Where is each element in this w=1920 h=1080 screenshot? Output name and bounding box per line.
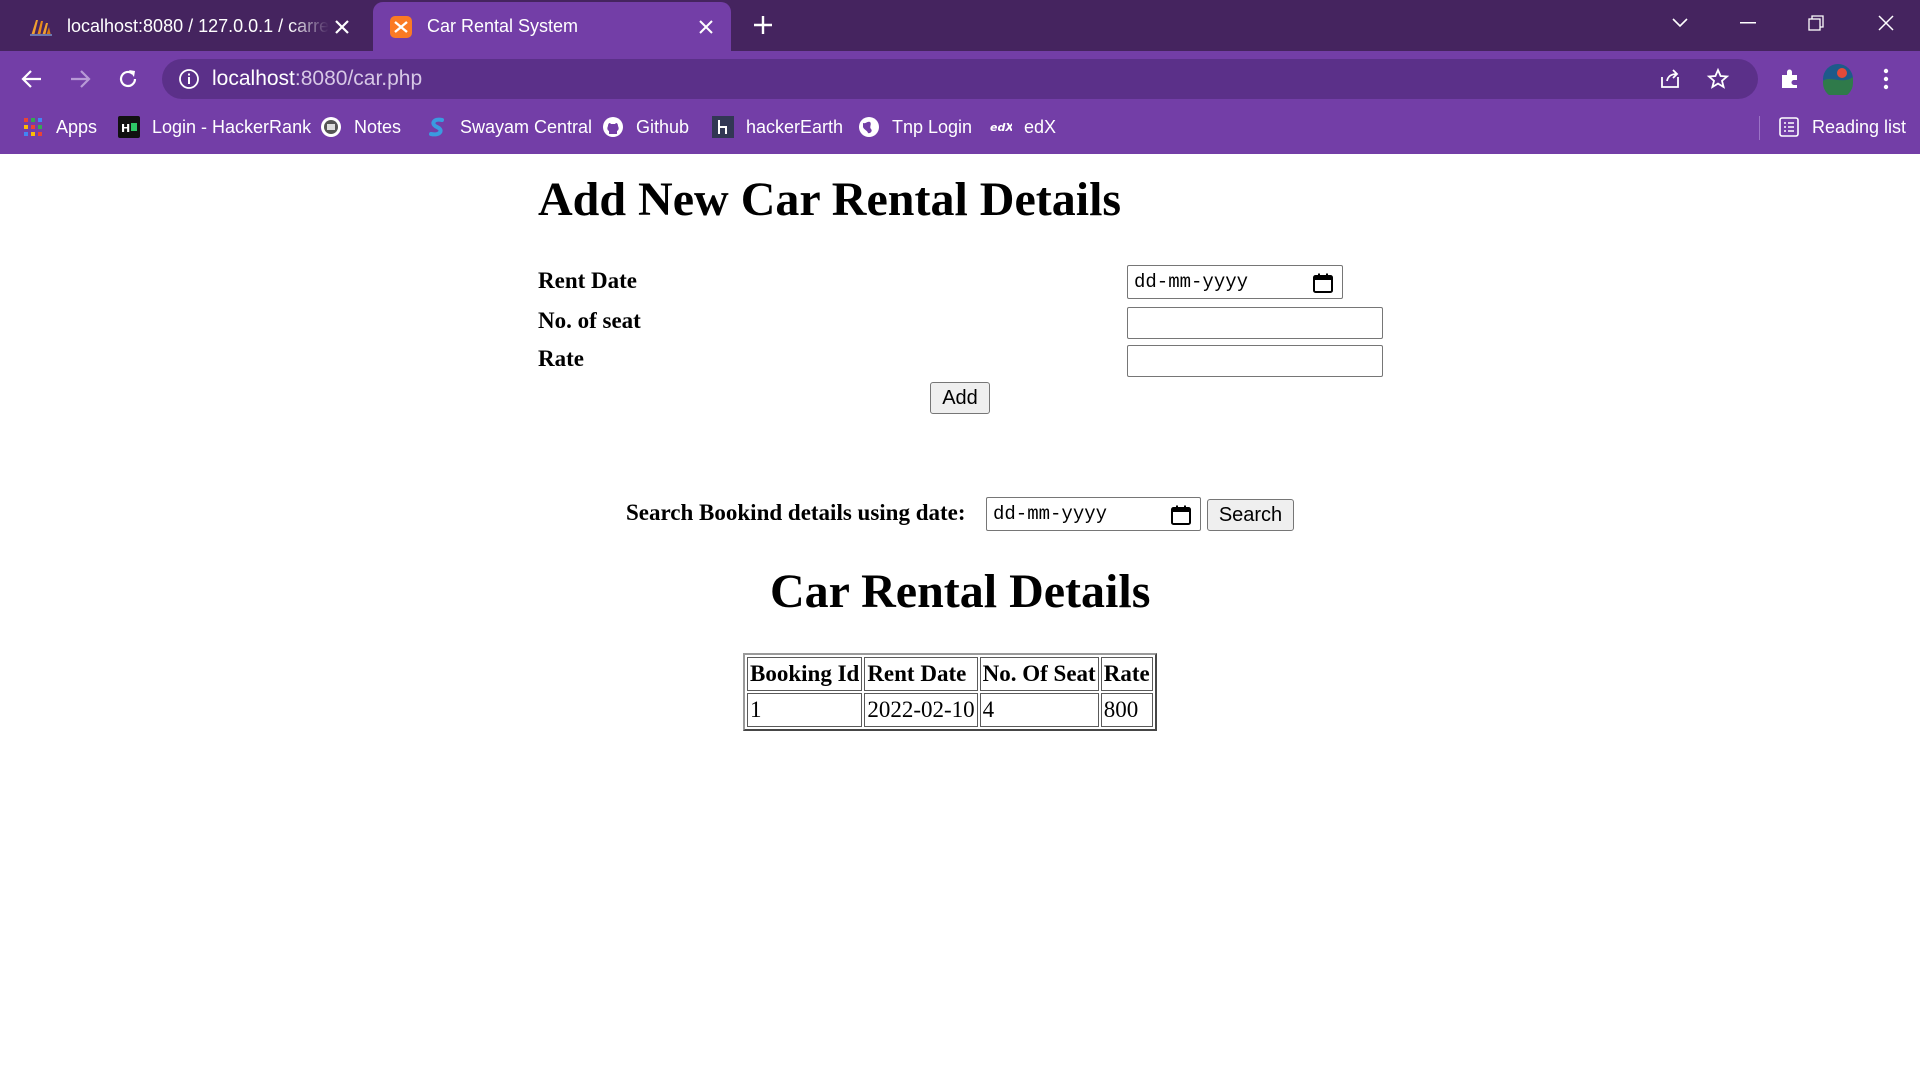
page-content: Add New Car Rental Details Rent Date dd-… — [0, 154, 1920, 1080]
reload-icon — [119, 70, 137, 88]
close-window-button[interactable] — [1862, 6, 1910, 40]
cell-booking-id: 1 — [747, 693, 863, 727]
bookmark-label: Login - HackerRank — [152, 116, 312, 137]
tab-title: Car Rental System — [427, 16, 579, 36]
tab-phpmyadmin[interactable]: localhost:8080 / 127.0.0.1 / carrental |… — [15, 2, 367, 51]
minimize-icon — [1740, 22, 1756, 24]
profile-button[interactable] — [1820, 61, 1856, 97]
swayam-icon — [426, 116, 448, 138]
close-tab-icon[interactable] — [693, 14, 719, 40]
search-label: Search Bookind details using date: — [626, 500, 966, 525]
hackerrank-icon: H — [118, 116, 140, 138]
star-icon[interactable] — [1706, 67, 1730, 91]
toolbar: localhost:8080/car.php — [0, 51, 1920, 105]
rate-input[interactable] — [1127, 345, 1383, 377]
cell-seats: 4 — [979, 693, 1099, 727]
plus-icon — [754, 16, 772, 34]
cell-rent-date: 2022-02-10 — [864, 693, 978, 727]
bookmark-swayam[interactable]: Swayam Central — [426, 113, 592, 141]
restore-icon — [1808, 15, 1824, 31]
reading-list-label: Reading list — [1812, 116, 1907, 137]
restore-button[interactable] — [1792, 6, 1840, 40]
close-icon — [1878, 15, 1894, 31]
calendar-icon[interactable] — [1312, 272, 1334, 294]
reading-list-button[interactable]: Reading list — [1778, 113, 1906, 141]
bookmark-label: Swayam Central — [460, 116, 593, 137]
bookmark-hackerrank[interactable]: H Login - HackerRank — [118, 113, 311, 141]
url-path: :8080/car.php — [294, 67, 423, 90]
rental-details-table: Booking Id Rent Date No. Of Seat Rate 1 … — [743, 653, 1157, 731]
url-text: localhost:8080/car.php — [212, 67, 422, 91]
share-icon[interactable] — [1658, 67, 1682, 91]
tab-car-rental[interactable]: Car Rental System — [373, 2, 731, 51]
tab-search-button[interactable] — [1656, 6, 1704, 40]
reading-list-icon — [1778, 116, 1800, 138]
bookmark-label: hackerEarth — [746, 116, 844, 137]
menu-button[interactable] — [1868, 61, 1904, 97]
search-date-placeholder: dd-mm-yyyy — [993, 503, 1108, 525]
phpmyadmin-icon — [30, 19, 52, 36]
apps-grid-icon — [22, 116, 44, 138]
url-host: localhost — [212, 67, 295, 90]
forward-button[interactable] — [62, 61, 98, 97]
reload-button[interactable] — [110, 61, 146, 97]
svg-text:edX: edX — [990, 121, 1012, 134]
arrow-left-icon — [21, 70, 41, 88]
bookmark-apps[interactable]: Apps — [22, 113, 97, 141]
extensions-button[interactable] — [1772, 61, 1808, 97]
calendar-icon[interactable] — [1170, 504, 1192, 526]
column-header: No. Of Seat — [979, 657, 1099, 691]
tab-title: localhost:8080 / 127.0.0.1 / carrental |… — [67, 16, 329, 36]
globe-icon — [858, 116, 880, 138]
bookmark-github[interactable]: Github — [602, 113, 689, 141]
search-button[interactable]: Search — [1207, 499, 1294, 531]
column-header: Booking Id — [747, 657, 863, 691]
bookmark-notes[interactable]: Notes — [320, 113, 401, 141]
github-icon — [602, 116, 624, 138]
notes-icon — [320, 116, 342, 138]
rent-date-placeholder: dd-mm-yyyy — [1134, 271, 1249, 293]
edx-icon: edX — [990, 116, 1012, 138]
bookmark-label: Github — [636, 116, 690, 137]
new-tab-button[interactable] — [748, 10, 778, 40]
more-vertical-icon — [1883, 68, 1889, 90]
rent-date-input[interactable]: dd-mm-yyyy — [1127, 265, 1343, 299]
xampp-icon — [390, 15, 412, 38]
tab-strip: localhost:8080 / 127.0.0.1 / carrental |… — [0, 0, 1920, 51]
svg-text:H: H — [121, 122, 130, 135]
back-button[interactable] — [14, 61, 50, 97]
hackerearth-icon — [712, 116, 734, 138]
bookmark-edx[interactable]: edX edX — [990, 113, 1056, 141]
bookmarks-bar: Apps H Login - HackerRank Notes Swayam C… — [0, 105, 1920, 149]
bookmark-label: Apps — [56, 116, 98, 137]
browser-chrome: localhost:8080 / 127.0.0.1 / carrental |… — [0, 0, 1920, 154]
table-header-row: Booking Id Rent Date No. Of Seat Rate — [747, 657, 1153, 691]
details-heading: Car Rental Details — [770, 565, 1151, 618]
seat-label: No. of seat — [538, 308, 641, 333]
chevron-down-icon — [1672, 18, 1688, 28]
search-date-input[interactable]: dd-mm-yyyy — [986, 497, 1201, 531]
bookmark-hackerearth[interactable]: hackerEarth — [712, 113, 843, 141]
puzzle-icon — [1782, 69, 1797, 88]
bookmark-label: Tnp Login — [892, 116, 973, 137]
column-header: Rent Date — [864, 657, 978, 691]
arrow-right-icon — [71, 70, 91, 88]
seat-input[interactable] — [1127, 307, 1383, 339]
minimize-button[interactable] — [1724, 6, 1772, 40]
bookmark-label: edX — [1024, 116, 1057, 137]
table-row: 1 2022-02-10 4 800 — [747, 693, 1153, 727]
column-header: Rate — [1100, 657, 1153, 691]
bookmark-label: Notes — [354, 116, 402, 137]
cell-rate: 800 — [1100, 693, 1153, 727]
close-tab-icon[interactable] — [329, 14, 355, 40]
add-button[interactable]: Add — [930, 382, 990, 414]
bookmarks-divider — [1759, 116, 1760, 140]
rate-label: Rate — [538, 346, 584, 371]
rent-date-label: Rent Date — [538, 268, 637, 293]
add-form-heading: Add New Car Rental Details — [538, 173, 1122, 226]
bookmark-tnp-login[interactable]: Tnp Login — [858, 113, 972, 141]
info-icon[interactable] — [178, 68, 200, 90]
address-bar[interactable]: localhost:8080/car.php — [162, 59, 1758, 99]
avatar — [1823, 64, 1853, 95]
